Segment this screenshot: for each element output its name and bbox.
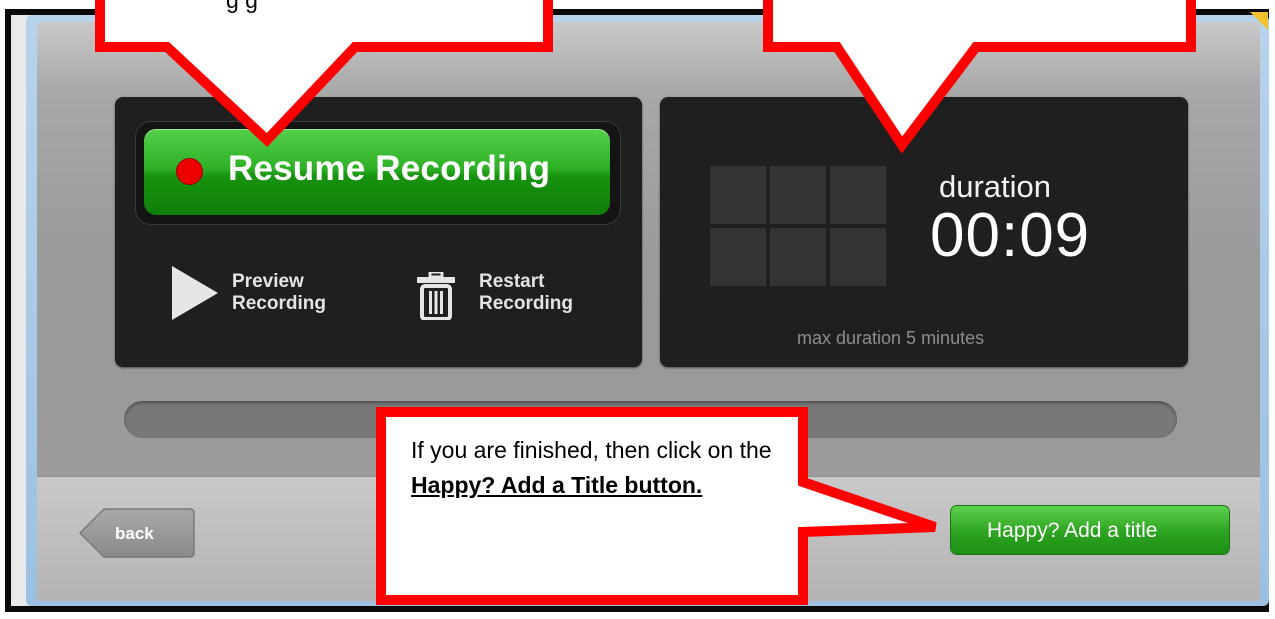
callout-text-plain: If you are finished, then click on the bbox=[411, 437, 772, 463]
annotation-overlay bbox=[95, 0, 1196, 605]
callout-top-left-text: g g bbox=[226, 0, 258, 13]
callout-instruction-text: If you are finished, then click on the H… bbox=[411, 433, 791, 503]
callout-top-left bbox=[95, 0, 553, 148]
callout-top-right bbox=[763, 0, 1196, 154]
callout-text-highlight: Happy? Add a Title button. bbox=[411, 472, 703, 498]
